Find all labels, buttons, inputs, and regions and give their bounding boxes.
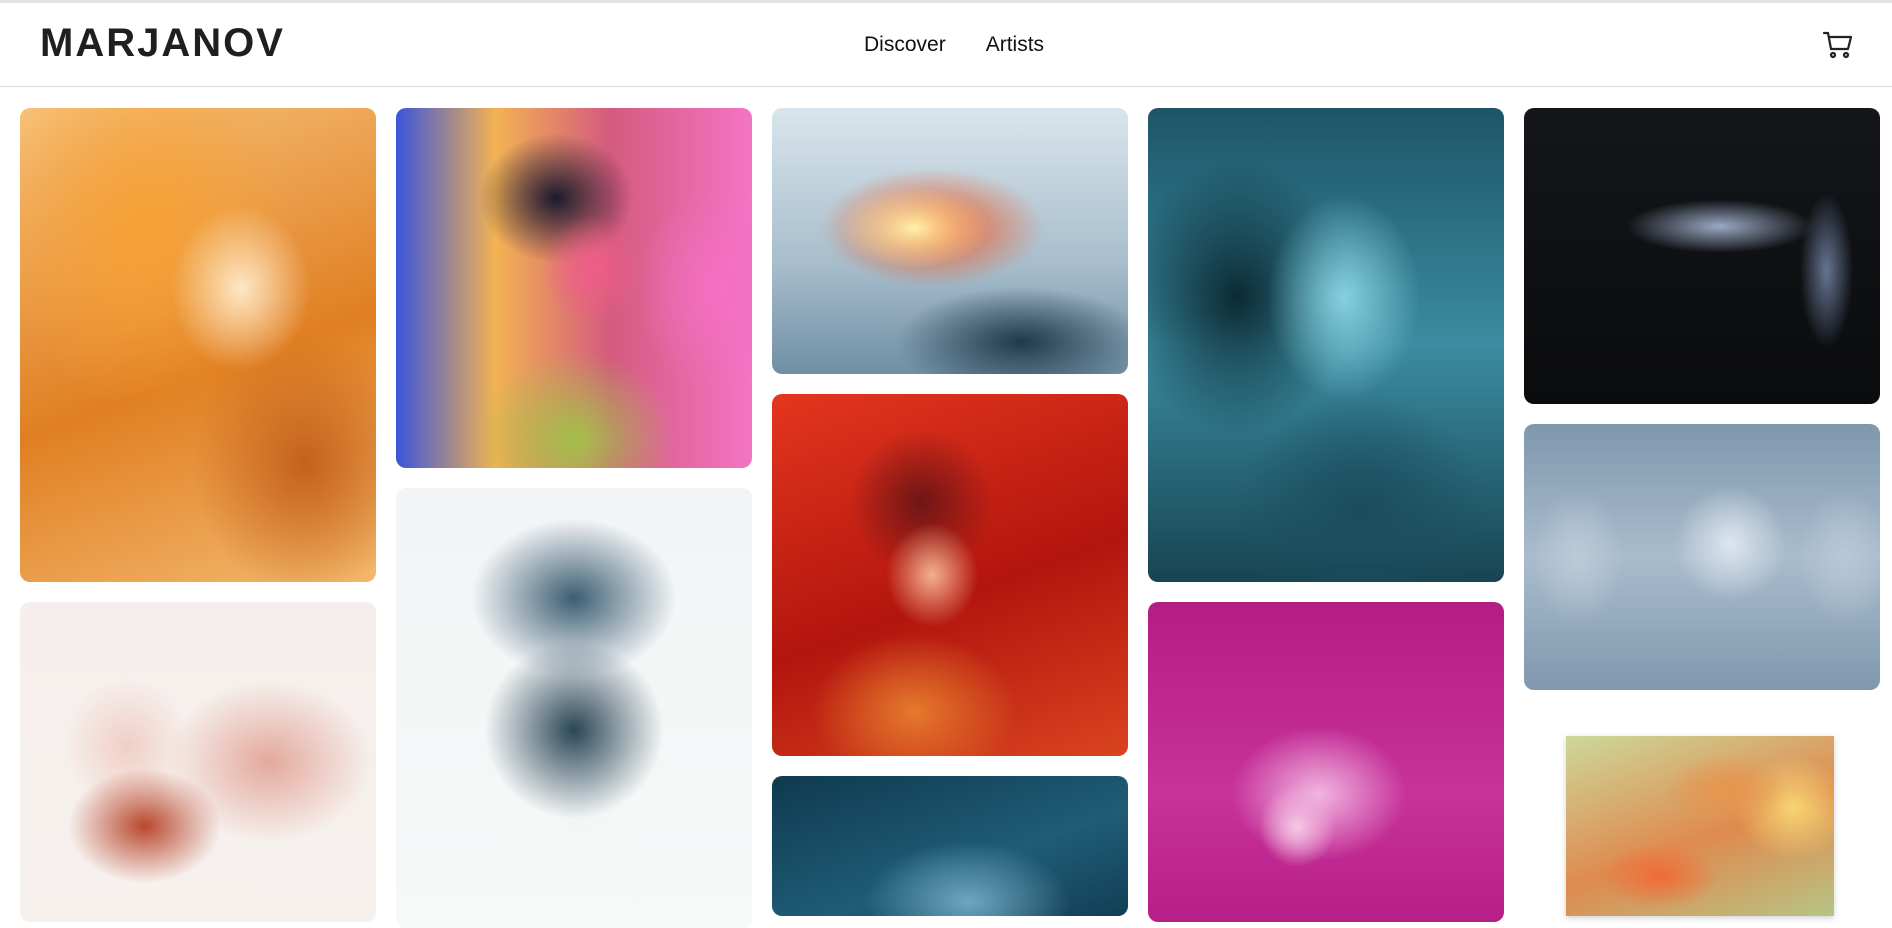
artwork-card-magenta-floral[interactable] — [1148, 602, 1504, 922]
artwork-image — [20, 108, 376, 582]
artwork-card-amber-woman[interactable] — [20, 108, 376, 582]
artwork-card-smoky-blue-face[interactable] — [396, 488, 752, 928]
artwork-card-colorful-woman[interactable] — [396, 108, 752, 468]
artwork-image — [1566, 736, 1834, 916]
artwork-card-blue-swirl[interactable] — [772, 776, 1128, 916]
nav-artists-link[interactable]: Artists — [986, 33, 1044, 57]
artwork-image — [1524, 108, 1880, 404]
main-nav: Discover Artists — [864, 33, 1044, 57]
artwork-card-floating-figure[interactable] — [1524, 108, 1880, 404]
artwork-card-red-boy[interactable] — [772, 394, 1128, 756]
artwork-card-teal-woman[interactable] — [1148, 108, 1504, 582]
artwork-image — [1148, 602, 1504, 922]
artwork-image — [1148, 108, 1504, 582]
nav-discover-link[interactable]: Discover — [864, 33, 946, 57]
artwork-image — [1524, 424, 1880, 690]
shopping-cart-icon[interactable] — [1822, 29, 1854, 61]
artwork-image — [396, 108, 752, 468]
artwork-image — [772, 394, 1128, 756]
site-header: MARJANOV Discover Artists — [0, 3, 1892, 87]
artwork-image — [772, 108, 1128, 374]
brand-logo[interactable]: MARJANOV — [40, 21, 285, 66]
artwork-image — [396, 488, 752, 928]
artwork-image — [20, 602, 376, 922]
artwork-image — [772, 776, 1128, 916]
artwork-card-ghostly-faces[interactable] — [1524, 424, 1880, 690]
artwork-card-fire-face[interactable] — [772, 108, 1128, 374]
artwork-card-mother-child[interactable] — [1566, 736, 1834, 916]
artwork-card-red-ink-profile[interactable] — [20, 602, 376, 922]
